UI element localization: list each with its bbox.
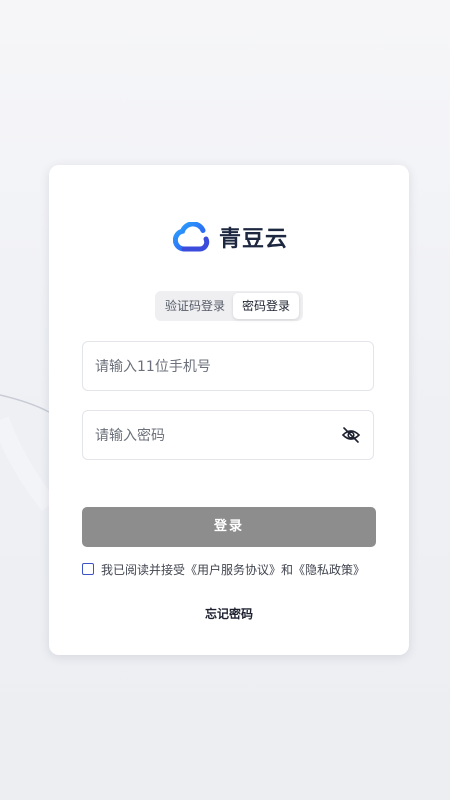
- tab-sms-login[interactable]: 验证码登录: [157, 293, 233, 319]
- eye-off-icon[interactable]: [341, 425, 361, 445]
- agreement-text: 我已阅读并接受: [101, 562, 186, 577]
- agreement-conjunction: 和: [281, 562, 294, 577]
- agreement-checkbox[interactable]: [82, 563, 94, 575]
- password-field: [82, 410, 374, 461]
- login-button[interactable]: 登录: [82, 507, 376, 547]
- login-mode-tabs: 验证码登录 密码登录: [155, 291, 303, 321]
- login-card: 青豆云 验证码登录 密码登录 登录 我已阅读并接受 《用户服务协议》 和 《隐私…: [49, 165, 409, 655]
- password-input[interactable]: [93, 411, 337, 461]
- phone-field: [82, 341, 374, 392]
- brand-name: 青豆云: [219, 227, 289, 252]
- forgot-password-link[interactable]: 忘记密码: [49, 605, 409, 622]
- cloud-logo-icon: [173, 222, 210, 252]
- agreement-row: 我已阅读并接受 《用户服务协议》 和 《隐私政策》: [82, 561, 365, 577]
- user-agreement-link[interactable]: 《用户服务协议》: [185, 561, 281, 578]
- privacy-policy-link[interactable]: 《隐私政策》: [293, 561, 365, 578]
- brand-logo: 青豆云: [173, 220, 288, 254]
- phone-input[interactable]: [93, 342, 337, 392]
- tab-password-login[interactable]: 密码登录: [233, 293, 299, 319]
